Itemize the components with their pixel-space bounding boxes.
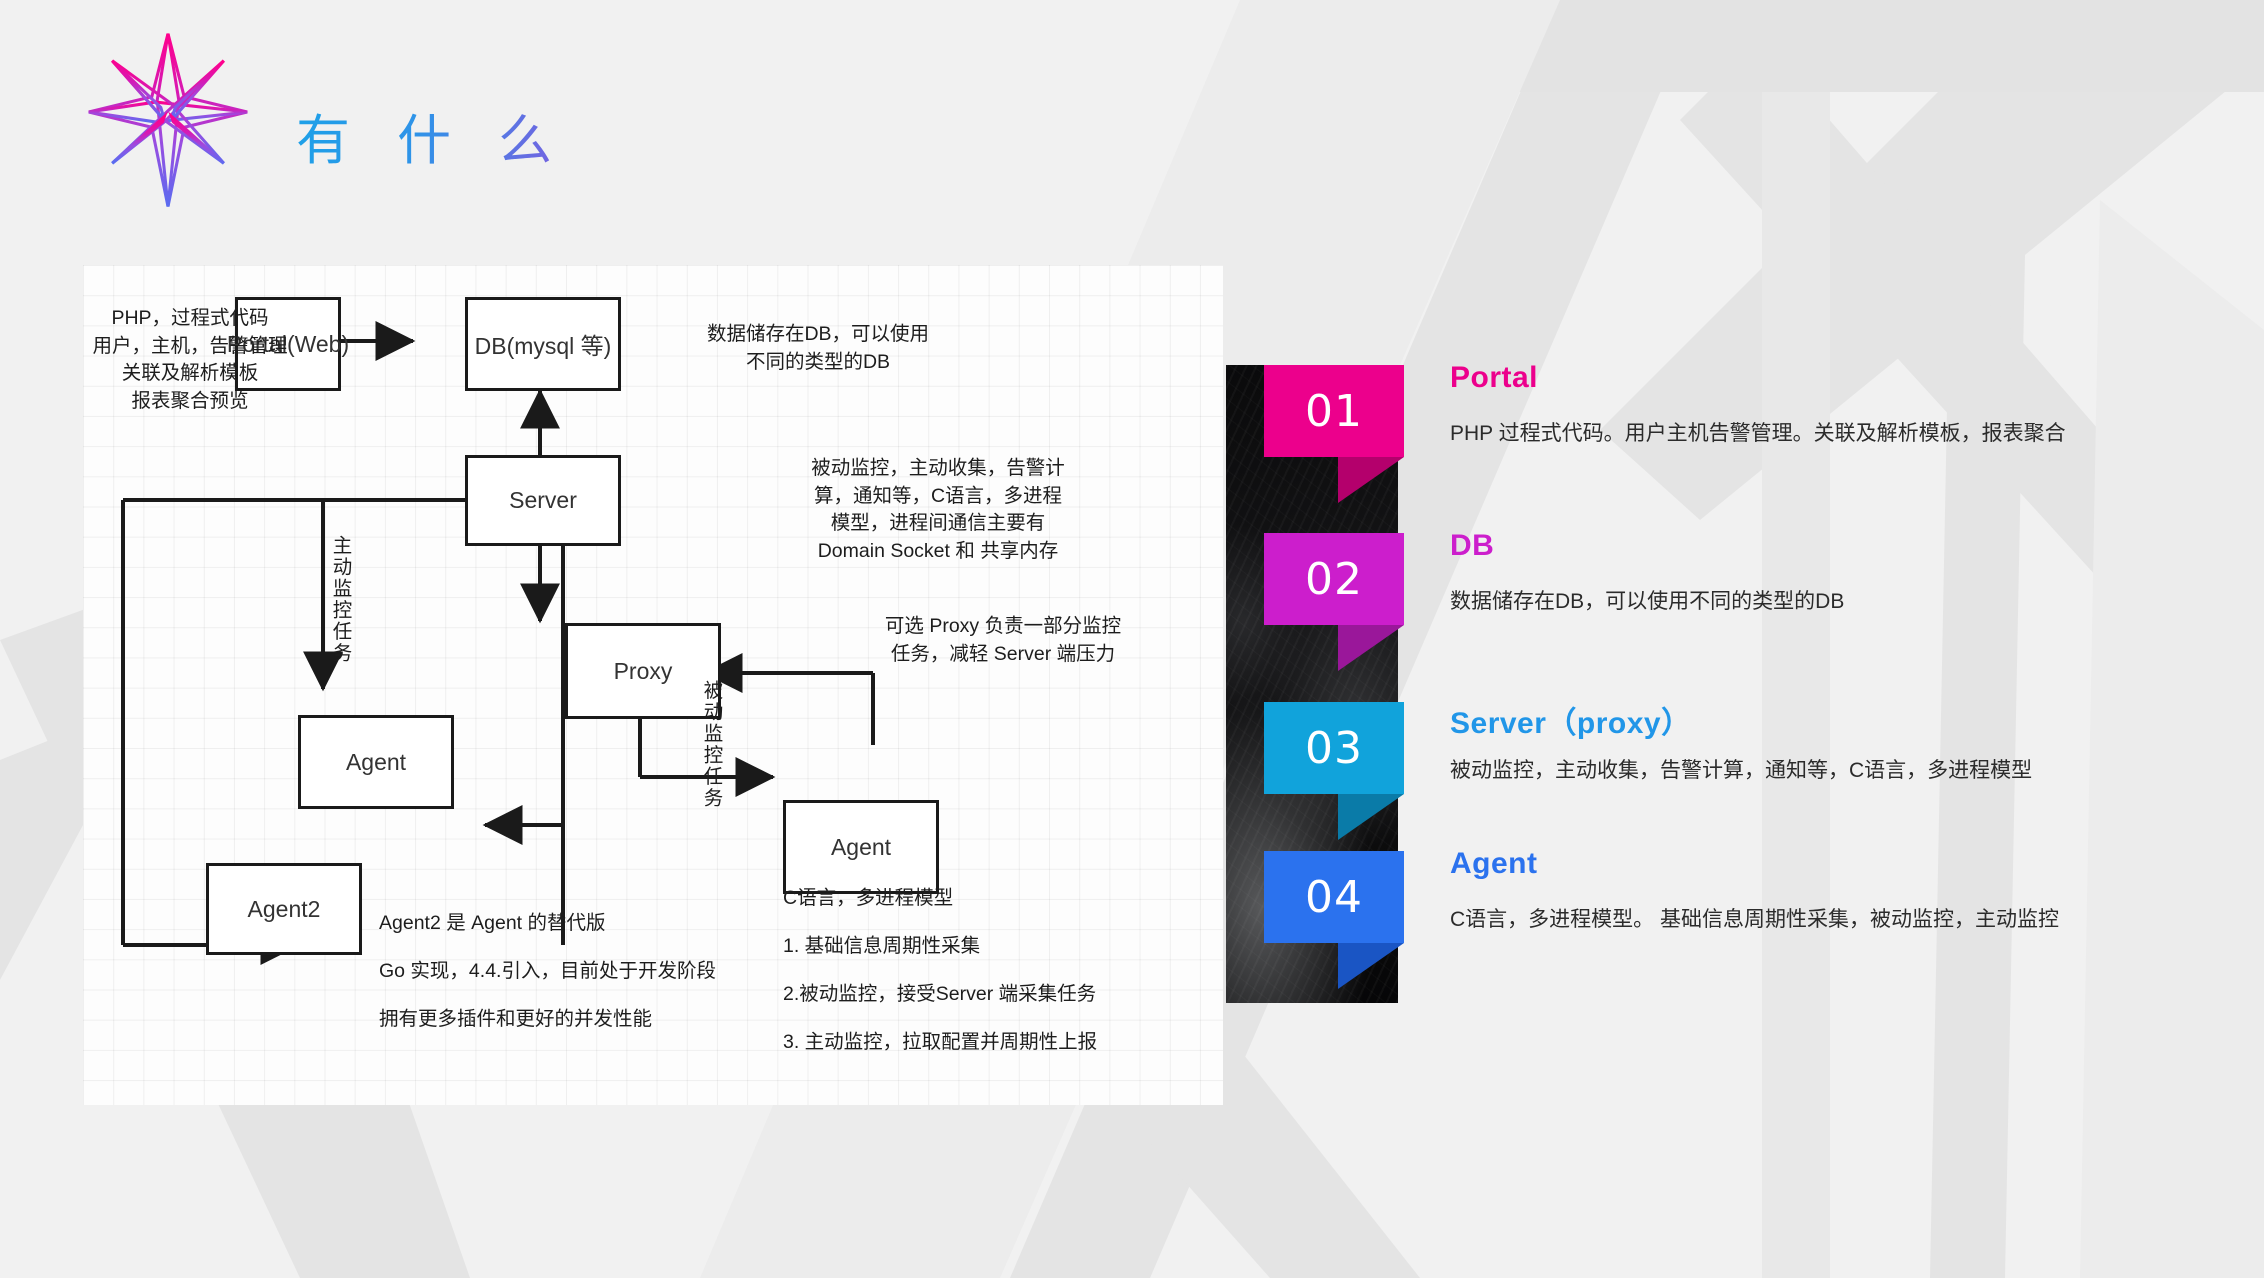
item-title: Server（proxy） bbox=[1450, 707, 1692, 740]
item-description: 数据储存在DB，可以使用不同的类型的DB bbox=[1450, 590, 1845, 613]
number-tag-02[interactable]: 02 bbox=[1264, 533, 1404, 671]
item-description: PHP 过程式代码。用户主机告警管理。关联及解析模板，报表聚合 bbox=[1450, 422, 2066, 445]
edge-label-passive-monitor: 被动监控任务 bbox=[700, 680, 723, 809]
diagram-box-db[interactable]: DB(mysql 等) bbox=[465, 297, 621, 391]
note-agent2-line3: 拥有更多插件和更好的并发性能 bbox=[379, 1008, 653, 1030]
number-tag-03[interactable]: 03 bbox=[1264, 702, 1404, 840]
note-portal: PHP，过程式代码 用户，主机，告警管理 关联及解析模板 报表聚合预览 bbox=[92, 307, 288, 413]
number-tag-04[interactable]: 04 bbox=[1264, 851, 1404, 989]
diagram-box-server[interactable]: Server bbox=[465, 455, 621, 546]
diagram-box-label: Agent bbox=[345, 748, 407, 775]
diagram-box-agent[interactable]: Agent bbox=[298, 715, 454, 809]
diagram-box-label: Proxy bbox=[613, 657, 673, 684]
number-tag-01[interactable]: 01 bbox=[1264, 365, 1404, 503]
diagram-box-label: Server bbox=[509, 487, 577, 513]
list-item[interactable]: 02 DB 数据储存在DB，可以使用不同的类型的DB bbox=[1226, 529, 2226, 679]
tag-number: 01 bbox=[1305, 385, 1363, 437]
diagram-box-label: Agent2 bbox=[247, 895, 321, 922]
note-db: 数据储存在DB，可以使用 不同的类型的DB bbox=[706, 323, 930, 373]
note-proxy: 可选 Proxy 负责一部分监控 任务，减轻 Server 端压力 bbox=[884, 615, 1122, 665]
list-item[interactable]: 03 Server（proxy） 被动监控，主动收集，告警计算，通知等，C语言，… bbox=[1226, 702, 2226, 848]
diagram-box-proxy[interactable]: Proxy bbox=[565, 623, 721, 719]
list-item[interactable]: 01 Portal PHP 过程式代码。用户主机告警管理。关联及解析模板，报表聚… bbox=[1226, 361, 2226, 511]
diagram-box-agent2[interactable]: Agent2 bbox=[206, 863, 362, 955]
note-agent2-line1: Agent2 是 Agent 的替代版 bbox=[379, 912, 606, 934]
edge-label-active-monitor: 主动监控任务 bbox=[329, 535, 352, 664]
item-description: 被动监控，主动收集，告警计算，通知等，C语言，多进程模型 bbox=[1450, 759, 2033, 782]
item-description: C语言，多进程模型。 基础信息周期性采集，被动监控，主动监控 bbox=[1450, 908, 2059, 931]
slide-header: 有 什 么 bbox=[0, 0, 2264, 250]
tag-fold-icon bbox=[1338, 457, 1404, 503]
diagram-box-label: Agent bbox=[830, 833, 892, 860]
tag-number: 04 bbox=[1305, 871, 1363, 923]
eight-point-star-logo-icon bbox=[88, 33, 248, 207]
feature-list: 01 Portal PHP 过程式代码。用户主机告警管理。关联及解析模板，报表聚… bbox=[1226, 361, 2226, 1005]
note-agent-line1: C语言，多进程模型 bbox=[783, 887, 954, 909]
note-agent-line2: 1. 基础信息周期性采集 bbox=[783, 935, 981, 957]
item-title: Portal bbox=[1450, 361, 1539, 394]
list-item[interactable]: 04 Agent C语言，多进程模型。 基础信息周期性采集，被动监控，主动监控 bbox=[1226, 847, 2226, 997]
diagram-box-agent-right[interactable]: Agent bbox=[783, 800, 939, 894]
note-server: 被动监控，主动收集，告警计 算，通知等，C语言，多进程 模型，进程间通信主要有 … bbox=[811, 457, 1065, 563]
item-title: Agent bbox=[1450, 847, 1538, 880]
tag-fold-icon bbox=[1338, 943, 1404, 989]
tag-fold-icon bbox=[1338, 794, 1404, 840]
note-agent-line3: 2.被动监控，接受Server 端采集任务 bbox=[783, 983, 1097, 1005]
architecture-diagram-board: Portal(Web) DB(mysql 等) Server Proxy Age… bbox=[83, 265, 1223, 1105]
note-agent2-line2: Go 实现，4.4.引入，目前处于开发阶段 bbox=[379, 960, 716, 982]
note-agent-line4: 3. 主动监控，拉取配置并周期性上报 bbox=[783, 1031, 1098, 1053]
tag-number: 02 bbox=[1305, 553, 1363, 605]
item-title: DB bbox=[1450, 529, 1495, 562]
page-title: 有 什 么 bbox=[296, 96, 568, 175]
tag-fold-icon bbox=[1338, 625, 1404, 671]
diagram-box-label: DB(mysql 等) bbox=[474, 333, 612, 359]
tag-number: 03 bbox=[1305, 722, 1363, 774]
